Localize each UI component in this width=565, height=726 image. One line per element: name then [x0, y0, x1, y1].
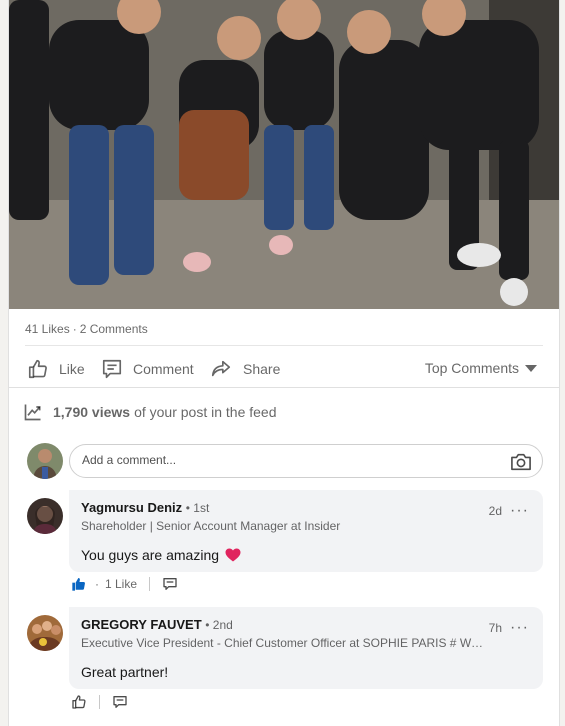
comment-input-box[interactable]: [69, 444, 543, 478]
commenter-name[interactable]: GREGORY FAUVET: [81, 617, 202, 632]
commenter-headline: Executive Vice President - Chief Custome…: [81, 636, 486, 650]
avatar[interactable]: [27, 498, 63, 534]
comment-input[interactable]: [82, 453, 482, 467]
social-counts: 41 Likes · 2 Comments: [25, 322, 148, 336]
comment-time: 2d: [488, 504, 503, 518]
comment-sort-dropdown[interactable]: Top Comments: [425, 360, 537, 376]
likes-count[interactable]: 41 Likes: [25, 322, 70, 336]
divider: [9, 387, 559, 388]
comment-actions: [71, 694, 128, 710]
more-options-button[interactable]: ···: [510, 619, 529, 637]
separator-dot: ·: [72, 322, 77, 336]
speech-bubble-icon: [102, 359, 122, 379]
comment-actions: · 1 Like: [71, 576, 178, 592]
trending-chart-icon: [24, 404, 41, 421]
comments-count[interactable]: 2 Comments: [80, 322, 148, 336]
comment-item: Yagmursu Deniz • 1st Shareholder | Senio…: [27, 490, 543, 580]
like-label: Like: [59, 361, 85, 377]
avatar[interactable]: [27, 615, 63, 651]
camera-icon[interactable]: [510, 452, 532, 472]
comment-body: You guys are amazing: [81, 547, 220, 563]
comment-meta: 7h ···: [489, 619, 529, 637]
separator-dot: ·: [95, 577, 99, 591]
feed-post-card: 41 Likes · 2 Comments Like Comment Share T…: [8, 0, 560, 726]
divider: [149, 577, 151, 591]
share-label: Share: [243, 361, 281, 377]
post-analytics-link[interactable]: 1,790 views of your post in the feed: [23, 402, 277, 422]
social-action-bar: Like Comment Share Top Comments: [9, 352, 559, 386]
comment-bubble: GREGORY FAUVET • 2nd Executive Vice Pres…: [69, 607, 543, 689]
comment-body: Great partner!: [81, 664, 169, 680]
comment-meta: 2d ···: [489, 502, 529, 520]
caret-down-icon: [525, 364, 537, 372]
comment-label: Comment: [133, 361, 194, 377]
comment-text: You guys are amazing: [81, 547, 531, 563]
like-button[interactable]: Like: [27, 356, 85, 382]
share-button[interactable]: Share: [209, 356, 280, 382]
connection-degree: • 1st: [185, 501, 210, 515]
avatar: [27, 443, 63, 479]
views-count: 1,790 views: [53, 404, 131, 420]
divider: [25, 345, 543, 346]
connection-degree: • 2nd: [205, 618, 233, 632]
thumbs-up-icon[interactable]: [71, 694, 87, 710]
commenter-headline: Shareholder | Senior Account Manager at …: [81, 519, 341, 533]
thumbs-up-icon: [28, 359, 47, 379]
sort-label: Top Comments: [424, 360, 519, 376]
divider: [99, 695, 100, 709]
comment-time: 7h: [488, 621, 503, 635]
group-photo-image: [9, 0, 559, 309]
share-arrow-icon: [211, 360, 231, 377]
add-comment-row: [27, 442, 543, 480]
comment-bubble: Yagmursu Deniz • 1st Shareholder | Senio…: [69, 490, 543, 572]
reply-icon[interactable]: [162, 576, 178, 592]
post-photo[interactable]: [9, 0, 559, 309]
reply-icon[interactable]: [112, 694, 128, 710]
comment-like-count[interactable]: 1 Like: [105, 577, 137, 591]
thumbs-up-filled-icon[interactable]: [71, 576, 87, 592]
commenter-name[interactable]: Yagmursu Deniz: [81, 500, 182, 515]
comment-item: GREGORY FAUVET • 2nd Executive Vice Pres…: [27, 607, 543, 697]
views-suffix: of your post in the feed: [134, 404, 277, 420]
comment-text: Great partner!: [81, 664, 531, 680]
red-heart-icon: [225, 548, 241, 562]
more-options-button[interactable]: ···: [510, 502, 529, 520]
comment-button[interactable]: Comment: [101, 356, 194, 382]
